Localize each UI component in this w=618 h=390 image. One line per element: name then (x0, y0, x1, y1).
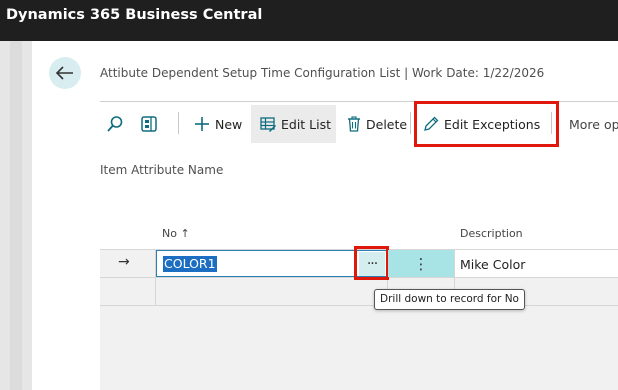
new-button[interactable]: New (194, 105, 242, 143)
drilldown-tooltip: Drill down to record for No (374, 289, 525, 310)
page-title: Attibute Dependent Setup Time Configurat… (100, 66, 545, 80)
app-title: Dynamics 365 Business Central (6, 7, 263, 23)
no-field-selected-text: COLOR1 (163, 256, 217, 272)
filter-pane-button[interactable] (140, 105, 158, 143)
edit-list-button[interactable]: Edit List (260, 105, 331, 143)
toolbar-separator (178, 112, 179, 134)
app-header: Dynamics 365 Business Central (0, 0, 618, 41)
column-header-description[interactable]: Description (460, 227, 523, 240)
row-actions-menu[interactable]: ⋮ (388, 250, 454, 277)
column-header-no[interactable]: No ↑ (162, 227, 190, 240)
highlight-box-edit-exceptions (414, 101, 559, 147)
highlight-box-drilldown (354, 246, 389, 280)
description-value: Mike Color (460, 257, 526, 272)
new-label: New (215, 116, 243, 132)
edit-list-icon (260, 117, 276, 132)
trash-icon (348, 116, 360, 132)
current-row-indicator: → (118, 254, 130, 270)
background-panel (0, 41, 32, 390)
more-options-label: More op (569, 116, 618, 132)
sort-ascending-icon: ↑ (180, 227, 190, 240)
plus-icon (195, 117, 209, 131)
column-description-label: Description (460, 227, 523, 240)
more-options-button[interactable]: More op (569, 105, 618, 143)
search-icon (107, 116, 123, 132)
edit-list-label: Edit List (281, 116, 332, 132)
grid-line (100, 305, 618, 306)
delete-label: Delete (366, 116, 408, 132)
search-button[interactable] (106, 105, 124, 143)
toolbar-separator (410, 112, 411, 134)
delete-button[interactable]: Delete (347, 105, 407, 143)
item-attribute-name-label: Item Attribute Name (100, 163, 224, 177)
filter-pane-icon (141, 116, 157, 132)
arrow-left-icon (56, 66, 73, 80)
column-no-label: No (162, 227, 177, 240)
back-button[interactable] (49, 57, 81, 89)
